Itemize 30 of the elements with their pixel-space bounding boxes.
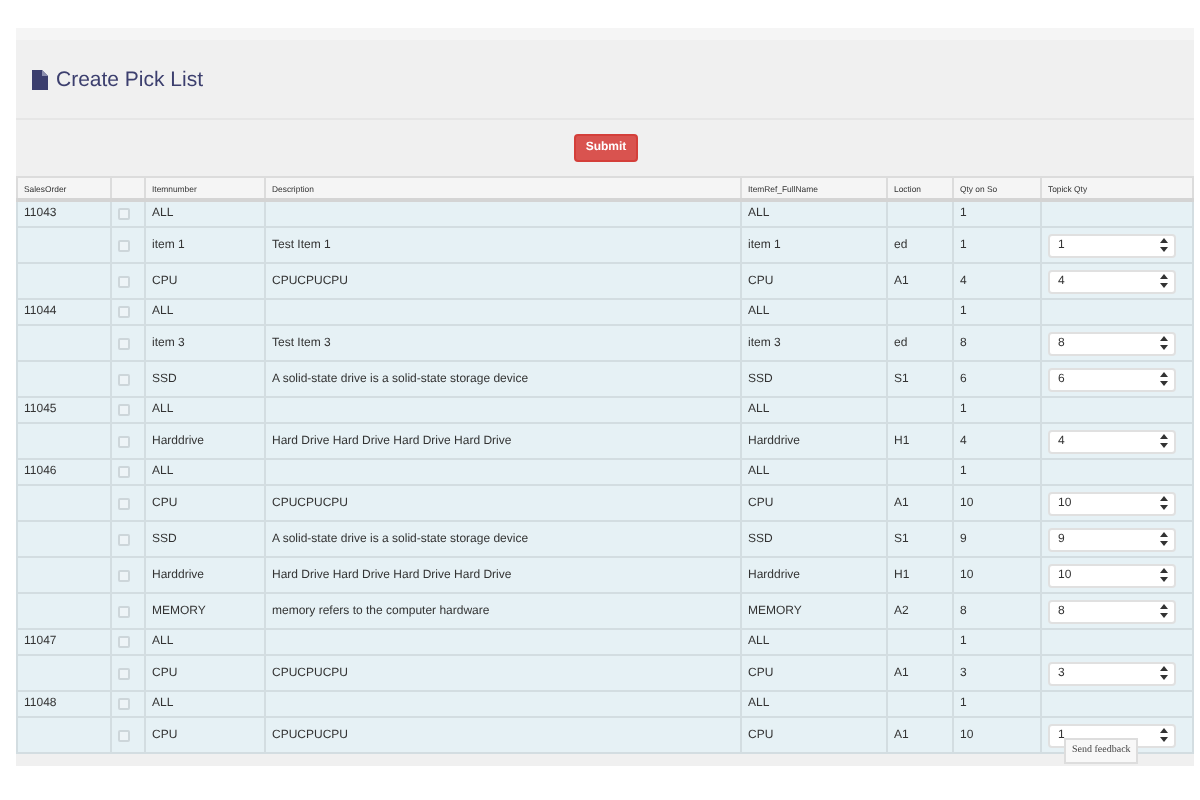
spinner-icon[interactable] bbox=[1160, 728, 1168, 742]
checkbox[interactable] bbox=[118, 404, 130, 416]
checkbox[interactable] bbox=[118, 239, 130, 251]
spinner-icon[interactable] bbox=[1160, 238, 1168, 252]
checkbox[interactable] bbox=[118, 208, 130, 220]
checkbox[interactable] bbox=[118, 533, 130, 545]
checkbox[interactable] bbox=[118, 569, 130, 581]
spinner-icon[interactable] bbox=[1160, 372, 1168, 386]
spinner-icon[interactable] bbox=[1160, 532, 1168, 546]
spinner-icon[interactable] bbox=[1160, 666, 1168, 680]
spinner-icon[interactable] bbox=[1160, 568, 1168, 582]
document-icon bbox=[32, 69, 48, 89]
spinner-icon[interactable] bbox=[1160, 434, 1168, 448]
checkbox[interactable] bbox=[118, 275, 130, 287]
checkbox[interactable] bbox=[118, 605, 130, 617]
checkbox[interactable] bbox=[118, 306, 130, 318]
checkbox[interactable] bbox=[118, 698, 130, 710]
page-title: Create Pick List bbox=[56, 67, 204, 91]
checkbox[interactable] bbox=[118, 729, 130, 741]
checkbox[interactable] bbox=[118, 435, 130, 447]
spinner-icon[interactable] bbox=[1160, 604, 1168, 618]
spinner-icon[interactable] bbox=[1160, 336, 1168, 350]
spinner-icon[interactable] bbox=[1160, 496, 1168, 510]
checkbox[interactable] bbox=[118, 667, 130, 679]
checkbox[interactable] bbox=[118, 636, 130, 648]
checkbox[interactable] bbox=[118, 466, 130, 478]
checkbox[interactable] bbox=[118, 497, 130, 509]
spinner-icon[interactable] bbox=[1160, 274, 1168, 288]
checkbox[interactable] bbox=[118, 337, 130, 349]
checkbox[interactable] bbox=[118, 373, 130, 385]
